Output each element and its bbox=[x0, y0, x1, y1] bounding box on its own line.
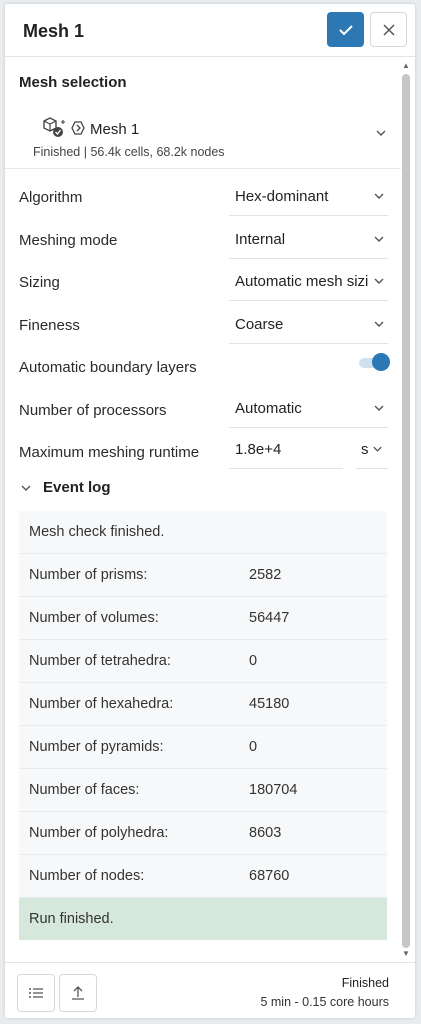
log-key: Number of hexahedra: bbox=[29, 696, 174, 712]
mesh-name: Mesh 1 bbox=[90, 121, 140, 138]
close-button[interactable] bbox=[370, 12, 407, 47]
chevron-down-icon bbox=[376, 130, 386, 136]
log-row: Number of tetrahedra: 0 bbox=[19, 640, 387, 683]
run-detail: 5 min - 0.15 core hours bbox=[260, 995, 389, 1009]
log-value: 68760 bbox=[249, 868, 290, 884]
chevron-down-icon bbox=[374, 193, 384, 199]
meshing-mode-value: Internal bbox=[235, 231, 286, 248]
fineness-label: Fineness bbox=[19, 317, 80, 334]
list-button[interactable] bbox=[17, 974, 55, 1012]
scroll-down-arrow[interactable]: ▼ bbox=[402, 950, 410, 958]
runtime-value: 1.8e+4 bbox=[235, 441, 282, 458]
log-value: 56447 bbox=[249, 610, 290, 626]
log-value: 0 bbox=[249, 653, 258, 669]
close-icon bbox=[382, 23, 395, 36]
export-button[interactable] bbox=[59, 974, 97, 1012]
log-row-success: Run finished. bbox=[19, 898, 387, 940]
log-key: Number of tetrahedra: bbox=[29, 653, 171, 669]
chevron-down-icon bbox=[21, 485, 31, 491]
page-title: Mesh 1 bbox=[23, 21, 85, 41]
panel-content: Mesh selection Mesh 1 Finished | 56.4k c… bbox=[5, 57, 401, 962]
chevron-down-icon bbox=[373, 446, 382, 452]
log-row: Number of faces: 180704 bbox=[19, 769, 387, 812]
divider bbox=[5, 168, 401, 169]
log-key: Number of volumes: bbox=[29, 610, 159, 626]
log-key: Number of faces: bbox=[29, 782, 140, 798]
event-log-title: Event log bbox=[43, 479, 111, 496]
boundary-layers-label: Automatic boundary layers bbox=[19, 359, 197, 376]
runtime-unit: s bbox=[361, 441, 369, 458]
mesh-selection-card[interactable]: Mesh 1 Finished | 56.4k cells, 68.2k nod… bbox=[19, 103, 399, 165]
log-value: 2582 bbox=[249, 567, 282, 583]
log-row: Mesh check finished. bbox=[19, 511, 387, 554]
fineness-select[interactable]: Coarse bbox=[229, 307, 388, 344]
event-log-toggle[interactable]: Event log bbox=[19, 476, 219, 500]
list-icon bbox=[29, 988, 43, 998]
chevron-down-icon bbox=[374, 321, 384, 327]
processors-label: Number of processors bbox=[19, 402, 167, 419]
log-value: 180704 bbox=[249, 782, 298, 798]
scrollbar-thumb[interactable] bbox=[402, 74, 410, 948]
log-row: Number of volumes: 56447 bbox=[19, 597, 387, 640]
panel-footer: Finished 5 min - 0.15 core hours bbox=[5, 962, 415, 1018]
log-key: Number of pyramids: bbox=[29, 739, 164, 755]
runtime-input[interactable]: 1.8e+4 bbox=[229, 432, 343, 469]
meshing-mode-label: Meshing mode bbox=[19, 232, 118, 249]
mesh-panel: Mesh 1 Mesh selection Mesh 1 Finished | … bbox=[5, 4, 415, 1018]
chevron-down-icon bbox=[374, 405, 384, 411]
mesh-selection-title: Mesh selection bbox=[19, 74, 127, 91]
log-value: 45180 bbox=[249, 696, 290, 712]
processors-select[interactable]: Automatic bbox=[229, 391, 388, 428]
fineness-value: Coarse bbox=[235, 316, 284, 333]
sizing-label: Sizing bbox=[19, 274, 60, 291]
algorithm-value: Hex-dominant bbox=[235, 188, 329, 205]
sizing-select[interactable]: Automatic mesh sizi bbox=[229, 264, 388, 301]
log-value: 8603 bbox=[249, 825, 282, 841]
log-row: Number of prisms: 2582 bbox=[19, 554, 387, 597]
meshing-mode-select[interactable]: Internal bbox=[229, 222, 388, 259]
log-value: 0 bbox=[249, 739, 258, 755]
sizing-value: Automatic mesh sizi bbox=[235, 273, 369, 290]
upload-icon bbox=[72, 986, 84, 1000]
log-text: Mesh check finished. bbox=[29, 524, 165, 540]
log-row: Number of polyhedra: 8603 bbox=[19, 812, 387, 855]
log-row: Number of hexahedra: 45180 bbox=[19, 683, 387, 726]
chevron-down-icon bbox=[374, 236, 384, 242]
mesh-type-icon bbox=[71, 121, 85, 135]
run-status: Finished bbox=[341, 976, 389, 990]
chevron-down-icon bbox=[374, 278, 384, 284]
mesh-status: Finished | 56.4k cells, 68.2k nodes bbox=[33, 145, 225, 159]
check-icon bbox=[338, 24, 353, 35]
boundary-layers-toggle[interactable] bbox=[359, 353, 390, 371]
log-text: Run finished. bbox=[29, 911, 114, 927]
panel-header: Mesh 1 bbox=[5, 4, 415, 57]
runtime-label: Maximum meshing runtime bbox=[19, 444, 200, 461]
algorithm-select[interactable]: Hex-dominant bbox=[229, 179, 388, 216]
confirm-button[interactable] bbox=[327, 12, 364, 47]
algorithm-label: Algorithm bbox=[19, 189, 83, 206]
processors-value: Automatic bbox=[235, 400, 302, 417]
log-key: Number of prisms: bbox=[29, 567, 148, 583]
log-key: Number of nodes: bbox=[29, 868, 145, 884]
toggle-knob bbox=[372, 353, 390, 371]
log-key: Number of polyhedra: bbox=[29, 825, 169, 841]
scroll-up-arrow[interactable]: ▲ bbox=[402, 62, 410, 70]
event-log: Mesh check finished. Number of prisms: 2… bbox=[19, 511, 387, 940]
log-row: Number of nodes: 68760 bbox=[19, 855, 387, 898]
mesh-icon bbox=[43, 117, 65, 137]
log-row: Number of pyramids: 0 bbox=[19, 726, 387, 769]
runtime-unit-select[interactable]: s bbox=[356, 432, 388, 469]
